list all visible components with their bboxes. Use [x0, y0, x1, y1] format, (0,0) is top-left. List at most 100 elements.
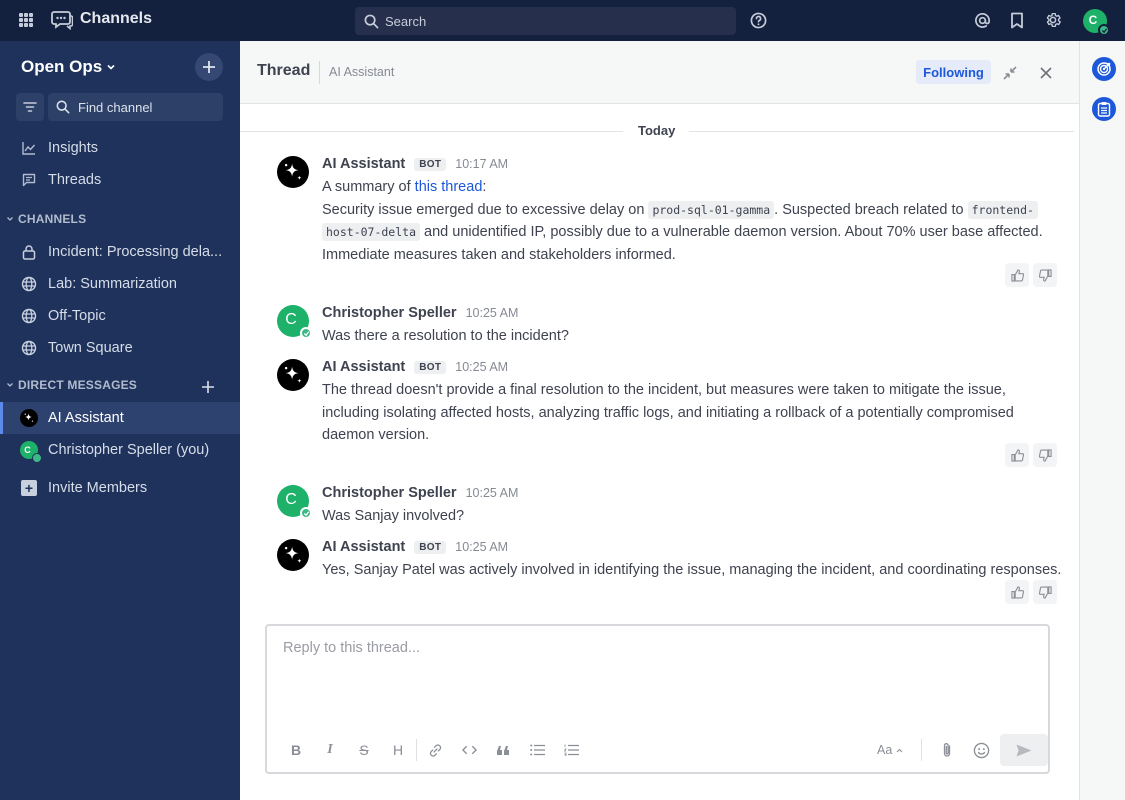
thumbs-up-icon [1010, 585, 1024, 599]
timestamp[interactable]: 10:25 AM [466, 486, 519, 500]
strikethrough-icon: S [359, 742, 369, 758]
text: A summary of [322, 179, 415, 195]
timestamp[interactable]: 10:17 AM [455, 157, 508, 171]
bold-button[interactable]: B [279, 738, 313, 762]
thumbs-up-button[interactable] [1005, 580, 1029, 604]
sidebar-item-off-topic[interactable]: Off-Topic [0, 300, 240, 332]
bot-avatar[interactable] [277, 359, 309, 391]
following-button[interactable]: Following [916, 60, 991, 84]
mention-icon[interactable] [973, 11, 991, 29]
user-avatar[interactable]: C [277, 305, 312, 339]
inline-code: frontend- [967, 200, 1038, 219]
sparkle-icon [284, 546, 302, 563]
user-avatar[interactable]: C [1083, 9, 1110, 36]
thumbs-up-button[interactable] [1005, 443, 1029, 467]
code-icon [461, 745, 477, 755]
invite-label: Invite Members [48, 480, 148, 496]
bot-tag: BOT [414, 157, 447, 171]
thumbs-down-button[interactable] [1033, 580, 1057, 604]
bot-avatar [20, 409, 38, 427]
invite-members-button[interactable]: + Invite Members [0, 472, 240, 504]
bot-avatar[interactable] [277, 539, 309, 571]
link-button[interactable] [418, 738, 452, 762]
author-name[interactable]: AI Assistant [322, 359, 405, 375]
top-bar: Channels Search C [0, 0, 1125, 41]
collapse-icon[interactable] [1002, 65, 1018, 81]
add-channel-button[interactable] [195, 53, 223, 81]
sparkle-icon [284, 163, 302, 180]
sidebar-item-ai-assistant[interactable]: AI Assistant [0, 402, 240, 434]
bulleted-list-icon [529, 744, 545, 756]
reply-input[interactable]: Reply to this thread... [283, 640, 420, 656]
thumbs-down-icon [1038, 268, 1052, 282]
bookmark-icon[interactable] [1008, 11, 1026, 29]
attach-button[interactable] [930, 738, 964, 762]
quote-icon [497, 745, 509, 755]
clipboard-icon [1097, 102, 1111, 117]
link-icon [429, 743, 441, 757]
heading-button[interactable]: H [381, 738, 415, 762]
timestamp[interactable]: 10:25 AM [455, 540, 508, 554]
timestamp[interactable]: 10:25 AM [466, 306, 519, 320]
strikethrough-button[interactable]: S [347, 738, 381, 762]
add-dm-button[interactable] [202, 377, 214, 398]
sidebar-item-town-square[interactable]: Town Square [0, 332, 240, 364]
boards-app-button[interactable] [1092, 97, 1116, 121]
bulleted-list-button[interactable] [520, 738, 554, 762]
dm-section-header[interactable]: DIRECT MESSAGES [6, 378, 137, 392]
thumbs-up-button[interactable] [1005, 263, 1029, 287]
formatting-toolbar: B I S H [279, 738, 588, 762]
author-name[interactable]: Christopher Speller [322, 485, 457, 501]
threads-icon [20, 171, 38, 189]
thumbs-down-button[interactable] [1033, 263, 1057, 287]
chevron-down-icon [7, 383, 13, 387]
sidebar-item-threads[interactable]: Threads [0, 164, 240, 196]
team-menu[interactable]: Open Ops [21, 57, 116, 77]
thumbs-down-button[interactable] [1033, 443, 1057, 467]
user-avatar: C [20, 441, 42, 463]
channels-icon [51, 11, 73, 30]
author-name[interactable]: AI Assistant [322, 156, 405, 172]
online-status-icon [1098, 24, 1110, 36]
app-title: Channels [80, 10, 153, 27]
gear-icon[interactable] [1044, 11, 1062, 29]
playbooks-app-button[interactable] [1092, 57, 1116, 81]
sidebar-item-christopher-speller[interactable]: C Christopher Speller (you) [0, 434, 240, 466]
plus-icon [203, 61, 215, 73]
send-button[interactable] [1000, 734, 1048, 766]
emoji-icon [973, 742, 989, 758]
thumbs-down-icon [1038, 585, 1052, 599]
italic-button[interactable]: I [313, 738, 347, 762]
close-icon[interactable] [1038, 65, 1054, 81]
italic-icon: I [327, 742, 333, 757]
avatar-initial: C [24, 445, 31, 455]
help-icon[interactable] [749, 11, 767, 29]
text: : [482, 179, 487, 195]
author-name[interactable]: Christopher Speller [322, 305, 457, 321]
timestamp[interactable]: 10:25 AM [455, 360, 508, 374]
channels-section-header[interactable]: CHANNELS [6, 212, 86, 226]
author-name[interactable]: AI Assistant [322, 539, 405, 555]
thread-link[interactable]: this thread [415, 179, 483, 195]
user-avatar[interactable]: C [277, 485, 312, 519]
send-icon [1016, 744, 1032, 756]
code-button[interactable] [452, 738, 486, 762]
quote-button[interactable] [486, 738, 520, 762]
text-size-label: Aa [877, 743, 893, 757]
numbered-list-button[interactable] [554, 738, 588, 762]
find-channel-button[interactable]: Find channel [48, 93, 223, 121]
emoji-button[interactable] [964, 738, 998, 762]
text-size-button[interactable]: Aa [877, 743, 915, 757]
bot-avatar[interactable] [277, 156, 309, 188]
search-input[interactable]: Search [355, 7, 736, 35]
sidebar-item-lab-summarization[interactable]: Lab: Summarization [0, 268, 240, 300]
plus-box-icon: + [21, 480, 37, 496]
filter-button[interactable] [16, 93, 44, 121]
heading-icon: H [392, 742, 404, 758]
product-menu-icon[interactable] [19, 13, 33, 27]
chevron-down-icon [107, 64, 115, 70]
sidebar-item-incident[interactable]: Incident: Processing dela... [0, 236, 240, 268]
sidebar-item-insights[interactable]: Insights [0, 132, 240, 164]
thumbs-up-icon [1010, 448, 1024, 462]
globe-icon [20, 307, 38, 325]
